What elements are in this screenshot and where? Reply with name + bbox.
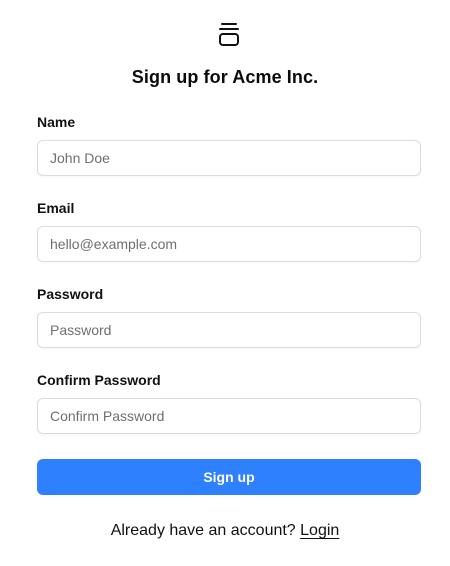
password-field-group: Password [37,284,421,370]
confirm-password-label: Confirm Password [37,372,161,388]
password-input[interactable] [37,312,421,348]
email-label: Email [37,200,75,216]
password-label: Password [37,286,104,302]
login-link[interactable]: Login [300,522,339,539]
login-prompt: Already have an account? Login [0,522,450,540]
confirm-password-field-group: Confirm Password [37,370,421,456]
confirm-password-input[interactable] [37,398,421,434]
email-field-group: Email [37,198,421,284]
name-input[interactable] [37,140,421,176]
login-prompt-text: Already have an account? [110,522,296,539]
email-input[interactable] [37,226,421,262]
page-title: Sign up for Acme Inc. [131,67,319,87]
sign-up-button[interactable]: Sign up [37,459,421,495]
stacked-layers-icon [218,22,240,48]
signup-form: Name Email Password Confirm Password [37,112,421,456]
name-label: Name [37,114,76,130]
name-field-group: Name [37,112,421,198]
signup-page: Sign up for Acme Inc. Name Email Passwor… [0,0,450,566]
